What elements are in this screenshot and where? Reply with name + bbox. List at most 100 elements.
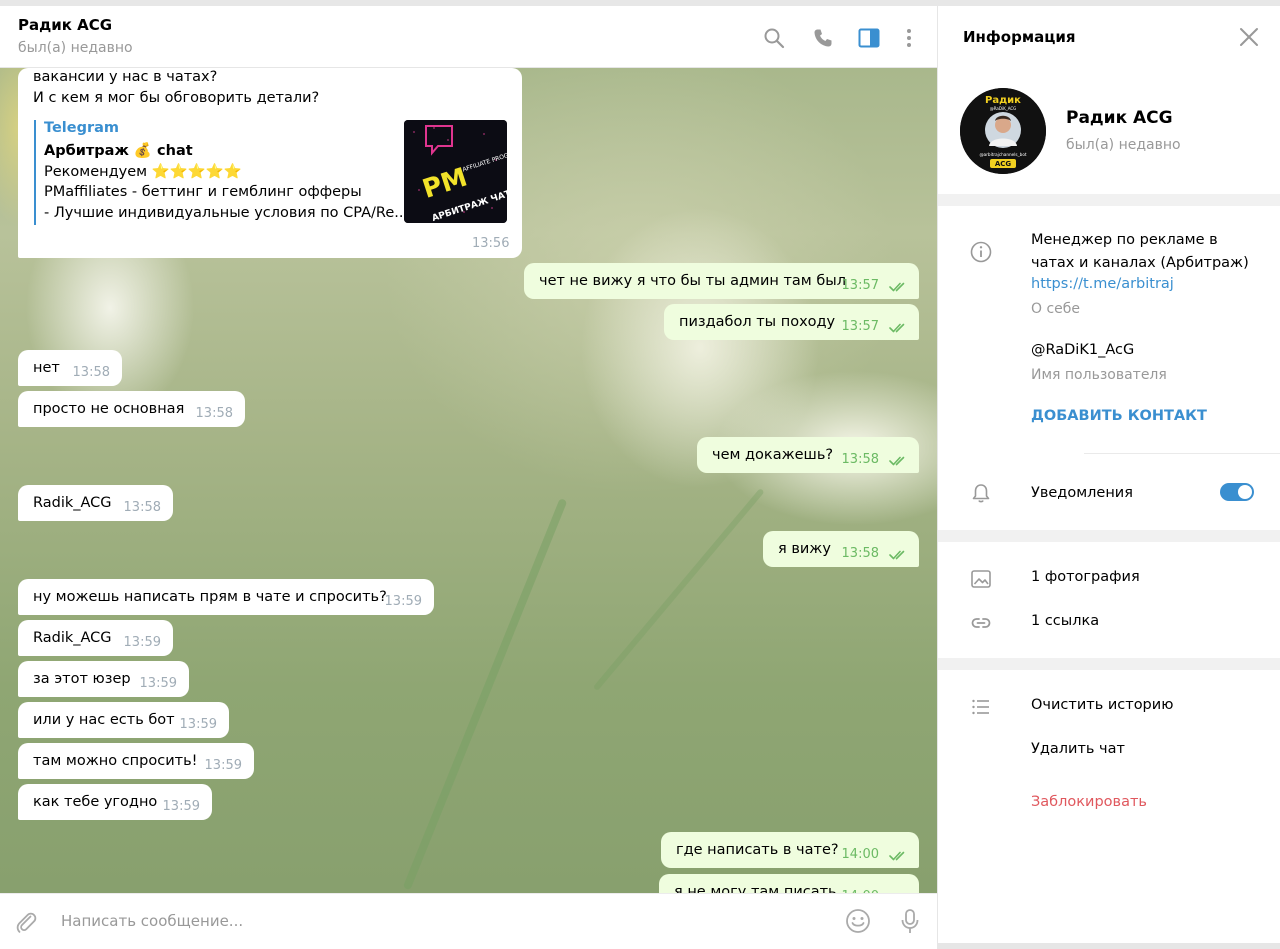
message-text: просто не основная: [33, 401, 185, 417]
username-label: Имя пользователя: [1031, 367, 1167, 383]
preview-accent-bar: [34, 120, 36, 225]
avatar-image: Радик @RaDiK_ACG @arbitrajchannels_bot A…: [960, 88, 1046, 174]
bio-link[interactable]: https://t.me/arbitraj: [1031, 276, 1174, 292]
preview-description: - Лучшие индивидуальные условия по CPA/R…: [44, 205, 409, 221]
add-contact-button[interactable]: ДОБАВИТЬ КОНТАКТ: [1031, 408, 1207, 424]
svg-text:ACG: ACG: [995, 160, 1012, 168]
message-time: 13:58: [123, 500, 161, 515]
message-input[interactable]: Написать сообщение...: [61, 912, 243, 930]
photo-icon: [971, 570, 991, 588]
message-text: Radik_ACG: [33, 495, 112, 511]
username[interactable]: @RaDiK1_AcG: [1031, 342, 1134, 358]
close-icon[interactable]: [1238, 26, 1260, 48]
message-text: я вижу: [778, 541, 831, 557]
message-text: нет: [33, 360, 60, 376]
outgoing-message[interactable]: я вижу 13:58: [763, 531, 919, 567]
outgoing-message[interactable]: где написать в чате? 14:00: [661, 832, 919, 868]
preview-description: Рекомендуем ⭐⭐⭐⭐⭐: [44, 164, 242, 180]
chat-status: был(а) недавно: [18, 40, 133, 56]
sidebar-toggle-icon[interactable]: [857, 26, 881, 50]
outgoing-message[interactable]: пиздабол ты походу 13:57: [664, 304, 919, 340]
background-stem: [402, 498, 568, 891]
read-checks-icon: [889, 323, 905, 333]
message-time: 13:58: [841, 452, 879, 467]
message-time: 13:57: [841, 319, 879, 334]
message-time: 14:00: [841, 847, 879, 862]
avatar[interactable]: Радик @RaDiK_ACG @arbitrajchannels_bot A…: [960, 88, 1046, 174]
svg-text:@RaDiK_ACG: @RaDiK_ACG: [990, 106, 1017, 111]
message-text: я не могу там писать: [674, 884, 837, 893]
read-checks-icon: [889, 550, 905, 560]
message-text: за этот юзер: [33, 671, 131, 687]
message-text: И с кем я мог бы обговорить детали?: [33, 90, 320, 106]
preview-thumbnail[interactable]: PM AFFILIATE PROGRAM АРБИТРАЖ ЧАТ: [404, 120, 507, 223]
message-text: пиздабол ты походу: [679, 314, 836, 330]
microphone-icon[interactable]: [899, 908, 921, 934]
list-icon: [972, 699, 989, 715]
section-separator: [938, 194, 1280, 206]
message-text: Radik_ACG: [33, 630, 112, 646]
block-user-button[interactable]: Заблокировать: [1031, 794, 1147, 810]
message-time: 13:57: [841, 278, 879, 293]
message-text: ну можешь написать прям в чате и спросит…: [33, 589, 387, 605]
read-checks-icon: [889, 282, 905, 292]
incoming-message[interactable]: там можно спросить! 13:59: [18, 743, 254, 779]
section-separator: [938, 658, 1280, 670]
outgoing-message[interactable]: я не могу там писать14:00: [659, 874, 919, 893]
clear-history-button[interactable]: Очистить историю: [1031, 697, 1173, 713]
incoming-message[interactable]: ну можешь написать прям в чате и спросит…: [18, 579, 434, 615]
preview-title[interactable]: Арбитраж 💰 chat: [44, 142, 193, 159]
message-time: 13:58: [195, 406, 233, 421]
chat-logo-image: PM AFFILIATE PROGRAM АРБИТРАЖ ЧАТ: [404, 120, 507, 223]
link-message[interactable]: вакансии у нас в чатах? И с кем я мог бы…: [18, 68, 522, 258]
message-text: чет не вижу я что бы ты админ там был: [539, 273, 847, 289]
search-icon[interactable]: [762, 26, 786, 50]
outgoing-message[interactable]: чет не вижу я что бы ты админ там был 13:…: [524, 263, 919, 299]
emoji-icon[interactable]: [845, 908, 871, 934]
photos-item[interactable]: 1 фотография: [1031, 569, 1140, 585]
message-text: как тебе угодно: [33, 794, 158, 810]
incoming-message[interactable]: нет 13:58: [18, 350, 122, 386]
incoming-message[interactable]: или у нас есть бот 13:59: [18, 702, 229, 738]
link-icon: [971, 618, 991, 628]
message-time: 13:58: [72, 365, 110, 380]
message-text: где написать в чате?: [676, 842, 839, 858]
incoming-message[interactable]: просто не основная 13:58: [18, 391, 245, 427]
notifications-label: Уведомления: [1031, 485, 1133, 501]
delete-chat-button[interactable]: Удалить чат: [1031, 741, 1125, 757]
message-time: 13:59: [384, 594, 422, 609]
message-text: там можно спросить!: [33, 753, 198, 769]
section-separator: [938, 530, 1280, 542]
read-checks-icon: [889, 456, 905, 466]
chat-header: Радик ACG был(а) недавно: [0, 6, 937, 68]
svg-text:Радик: Радик: [985, 95, 1021, 106]
message-text: чем докажешь?: [712, 447, 834, 463]
message-time: 13:58: [841, 546, 879, 561]
preview-description: PMaffiliates - беттинг и гемблинг офферы: [44, 184, 362, 200]
incoming-message[interactable]: за этот юзер 13:59: [18, 661, 189, 697]
divider: [1084, 453, 1280, 454]
contact-status: был(а) недавно: [1066, 137, 1181, 153]
links-item[interactable]: 1 ссылка: [1031, 613, 1099, 629]
message-text: вакансии у нас в чатах?: [33, 69, 218, 85]
incoming-message[interactable]: Radik_ACG 13:59: [18, 620, 173, 656]
message-time: 13:59: [123, 635, 161, 650]
attach-paperclip-icon[interactable]: [14, 910, 38, 934]
message-time: 13:56: [472, 236, 510, 251]
chat-background[interactable]: вакансии у нас в чатах? И с кем я мог бы…: [0, 68, 937, 893]
info-panel: Информация Радик @RaDiK_ACG @arbitrajcha…: [938, 6, 1280, 943]
message-time: 13:59: [204, 758, 242, 773]
background-stem: [592, 488, 765, 692]
outgoing-message[interactable]: чем докажешь? 13:58: [697, 437, 919, 473]
message-time: 13:59: [162, 799, 200, 814]
incoming-message[interactable]: Radik_ACG 13:58: [18, 485, 173, 521]
bio-label: О себе: [1031, 301, 1081, 317]
bio-text: Менеджер по рекламе в: [1031, 232, 1218, 248]
more-menu-icon[interactable]: [897, 26, 921, 50]
incoming-message[interactable]: как тебе угодно 13:59: [18, 784, 212, 820]
phone-call-icon[interactable]: [811, 26, 835, 50]
preview-site-name: Telegram: [44, 120, 120, 136]
svg-text:@arbitrajchannels_bot: @arbitrajchannels_bot: [979, 152, 1026, 157]
notifications-toggle[interactable]: [1220, 483, 1254, 501]
chat-title[interactable]: Радик ACG: [18, 16, 112, 34]
